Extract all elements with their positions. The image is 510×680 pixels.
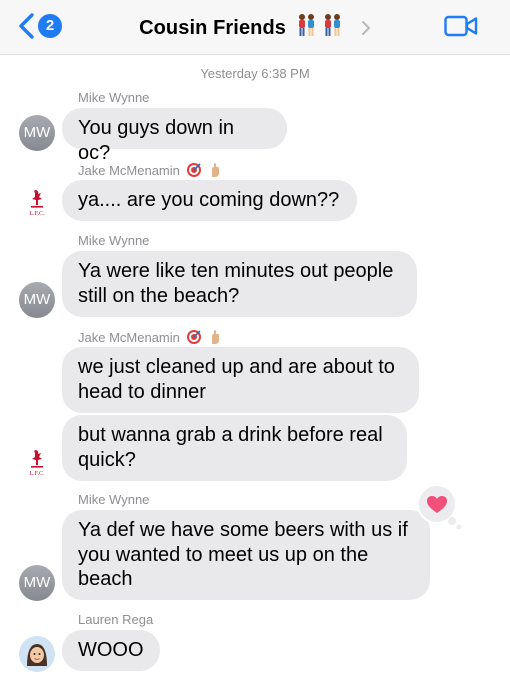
memoji-avatar-icon[interactable] — [19, 636, 55, 672]
message-bubble[interactable]: You guys down in oc? — [62, 108, 287, 164]
sender-name-text: Jake McMenamin — [78, 330, 180, 345]
liverpool-fc-crest-icon[interactable]: L.F.C. — [19, 445, 55, 481]
message-bubble[interactable]: Ya were like ten minutes out people still… — [62, 251, 417, 317]
message-text: Ya def we have some beers with us if you … — [78, 519, 408, 590]
reaction-tail-icon — [448, 517, 462, 530]
dart-icon — [186, 330, 201, 344]
avatar[interactable]: MW — [19, 565, 55, 601]
title-button[interactable]: Cousin Friends — [0, 13, 510, 40]
sender-name: Jake McMenamin — [78, 329, 222, 345]
video-camera-icon[interactable] — [444, 15, 478, 37]
sender-name-text: Jake McMenamin — [78, 163, 180, 178]
message-text: Ya were like ten minutes out people still… — [78, 260, 394, 307]
sender-name: Mike Wynne — [78, 233, 150, 248]
message-text: ya.... are you coming down?? — [78, 189, 340, 211]
liverpool-fc-crest-icon[interactable]: L.F.C. — [19, 185, 55, 221]
sender-name: Jake McMenamin — [78, 162, 222, 178]
couple-emoji-icon — [299, 14, 341, 36]
svg-text:L.F.C.: L.F.C. — [29, 211, 45, 217]
sender-name: Mike Wynne — [78, 492, 150, 507]
message-bubble[interactable]: but wanna grab a drink before real quick? — [62, 415, 407, 481]
message-bubble[interactable]: we just cleaned up and are about to head … — [62, 347, 419, 413]
svg-text:L.F.C.: L.F.C. — [29, 471, 45, 477]
dart-icon — [186, 163, 201, 177]
sender-name: Mike Wynne — [78, 90, 150, 105]
message-text: we just cleaned up and are about to head … — [78, 356, 395, 403]
message-bubble[interactable]: ya.... are you coming down?? — [62, 180, 357, 221]
message-bubble[interactable]: WOOO — [62, 630, 160, 671]
message-bubble[interactable]: Ya def we have some beers with us if you … — [62, 510, 430, 600]
message-text: You guys down in oc? — [78, 117, 235, 164]
conversation-header: 2 Cousin Friends — [0, 0, 510, 55]
timestamp: Yesterday 6:38 PM — [200, 66, 310, 81]
crossed-fingers-icon — [211, 163, 219, 177]
crossed-fingers-icon — [211, 330, 219, 344]
avatar[interactable]: MW — [19, 282, 55, 318]
avatar[interactable]: MW — [19, 115, 55, 151]
chevron-right-icon — [361, 21, 370, 35]
message-text: WOOO — [78, 639, 144, 661]
sender-name: Lauren Rega — [78, 612, 154, 627]
message-text: but wanna grab a drink before real quick? — [78, 424, 383, 471]
conversation-title: Cousin Friends — [139, 17, 287, 39]
